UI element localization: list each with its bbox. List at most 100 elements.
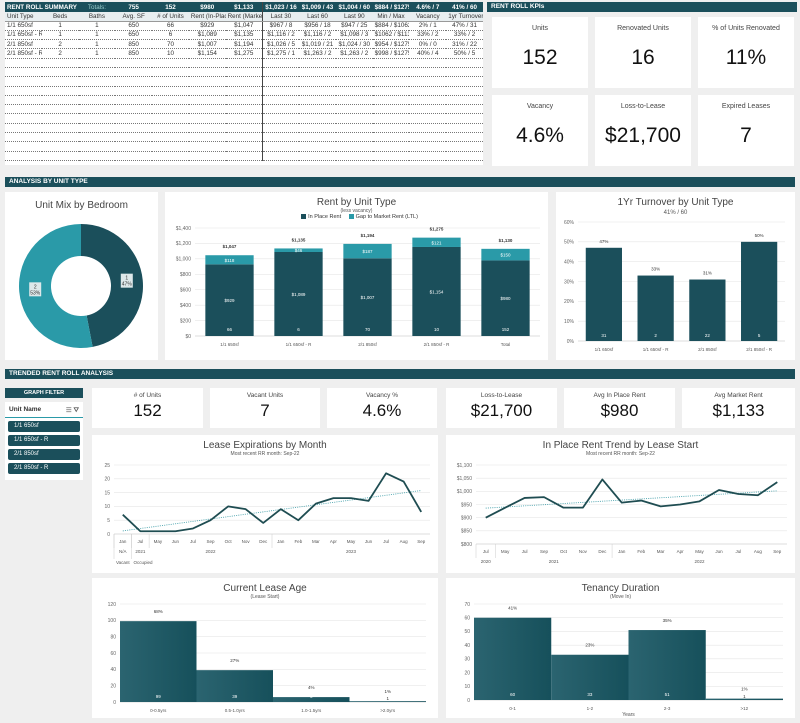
empty-cell [335,67,373,78]
bar-value-label: $187 [362,249,373,254]
bar-count-label: 99 [156,694,162,699]
table-title: RENT ROLL SUMMARY [5,2,79,12]
table-cell: 1 [41,21,79,31]
filter-item[interactable]: 1/1 650sf [8,421,80,432]
empty-cell [409,67,447,78]
empty-cell [335,151,373,161]
bar-value-label: $1,154 [430,289,444,294]
empty-cell [262,104,300,115]
column-header: Avg. SF [115,12,153,22]
empty-cell [188,141,226,152]
unit-name-slicer: Unit Name ☰ ⛛ 1/1 650sf 1/1 650sf - R 2/1 … [5,402,83,480]
empty-cell [41,76,79,87]
trendline [122,490,422,532]
filter-item[interactable]: 1/1 650sf - R [8,435,80,446]
table-cell: 66 [152,21,189,31]
x-tick-label: 0.5-1.0yrs [225,708,246,713]
empty-cell [225,113,263,124]
bar-count-label: 66 [227,327,233,332]
kpi-label: Vacancy [526,103,554,110]
y-tick-label: $600 [180,288,191,294]
empty-cell [5,132,42,143]
table-cell: 1 [41,30,79,41]
x-tick-label: Dec [259,539,268,544]
kpi-value: 152 [522,46,558,69]
empty-cell [188,123,226,134]
y-tick-label: 60% [564,220,575,226]
kpi-value: $1,133 [712,401,765,420]
empty-cell [5,86,42,96]
empty-cell [372,104,410,115]
empty-cell [115,132,153,143]
x-group-label: 2022 [206,549,217,554]
empty-cell [262,58,300,69]
table-cell: 650 [115,30,153,41]
y-tick-label: 50 [464,629,470,635]
graph-filter: GRAPH FILTER Unit Name ☰ ⛛ 1/1 650sf 1/1 … [5,388,83,480]
empty-cell [335,132,373,143]
x-tick-label: Dec [598,549,607,554]
y-tick-label: 20% [564,299,575,305]
x-group-label: Vacant [116,560,130,565]
y-tick-label: $900 [461,515,472,521]
empty-cell [372,67,410,78]
filter-item[interactable]: 2/1 850sf [8,449,80,460]
x-group-label: 2022 [695,559,706,564]
empty-cell [299,151,336,161]
table-row: 1/1 650sf 1 1 650 66 $929 $1,047 $967 / 8 $956 /… [5,21,483,31]
table-cell: 50% / 5 [446,48,483,59]
kpi-label: Loss-to-Lease [480,392,523,399]
table-cell: $1,026 / 5 [262,39,300,50]
empty-cell [225,67,263,78]
empty-row [5,132,483,143]
column-header: Last 90 [335,12,373,22]
total-value: 41% / 60 [446,2,483,12]
filter-item[interactable]: 2/1 850sf - R [8,463,80,474]
rent-trend-chart: In Place Rent Trend by Lease Start Most … [446,435,795,573]
empty-cell [152,141,189,152]
empty-cell [5,58,42,69]
table-cell: $1,154 [188,48,226,59]
bar-count-label: 1 [386,696,389,701]
x-group-label: 2023 [346,549,357,554]
column-header: Last 60 [299,12,336,22]
table-cell: 1/1 650sf - R [5,30,42,41]
trend-kpi-card: Loss-to-Lease $21,700 [446,388,557,428]
empty-row [5,95,483,106]
lease-expirations-chart: Lease Expirations by Month Most recent R… [92,435,438,573]
empty-cell [78,67,116,78]
empty-cell [225,58,263,69]
empty-cell [152,132,189,143]
y-tick-label: $1,400 [176,226,192,232]
table-cell: $1,024 / 30 [335,39,373,50]
empty-row [5,123,483,134]
empty-cell [41,58,79,69]
empty-cell [409,132,447,143]
column-header: 1yr Turnover [446,12,483,22]
table-cell: 70 [152,39,189,50]
tenancy-duration-chart: Tenancy Duration (Move In) 0 10 20 30 40 50 60… [446,578,795,718]
x-group-label: N/A [119,549,127,554]
table-cell: $1,098 / 3 [335,30,373,41]
multi-select-icon[interactable]: ☰ [66,407,72,414]
empty-cell [299,123,336,134]
empty-cell [372,113,410,124]
table-row: 2/1 850sf 2 1 850 70 $1,007 $1,194 $1,026 / 5 $1… [5,39,483,50]
x-tick-label: Aug [400,539,409,544]
table-cell: 1 [78,30,116,41]
column-header: Rent (Market) [225,12,263,22]
x-tick-label: Jan [618,549,626,554]
clear-filter-icon[interactable]: ⛛ [74,407,79,414]
table-cell: $1,275 [225,48,263,59]
column-header: Min / Max [372,12,410,22]
empty-cell [78,113,116,124]
empty-cell [372,141,410,152]
empty-row [5,86,483,96]
x-tick-label: 2/1 850sf [358,342,377,347]
y-tick-label: 0 [113,700,116,706]
bar [474,617,552,700]
x-tick-label: >2.0yrs [380,708,396,713]
x-tick-label: Jul [383,539,389,544]
chart-title: Rent by Unit Type [316,197,397,208]
empty-cell [78,95,116,106]
